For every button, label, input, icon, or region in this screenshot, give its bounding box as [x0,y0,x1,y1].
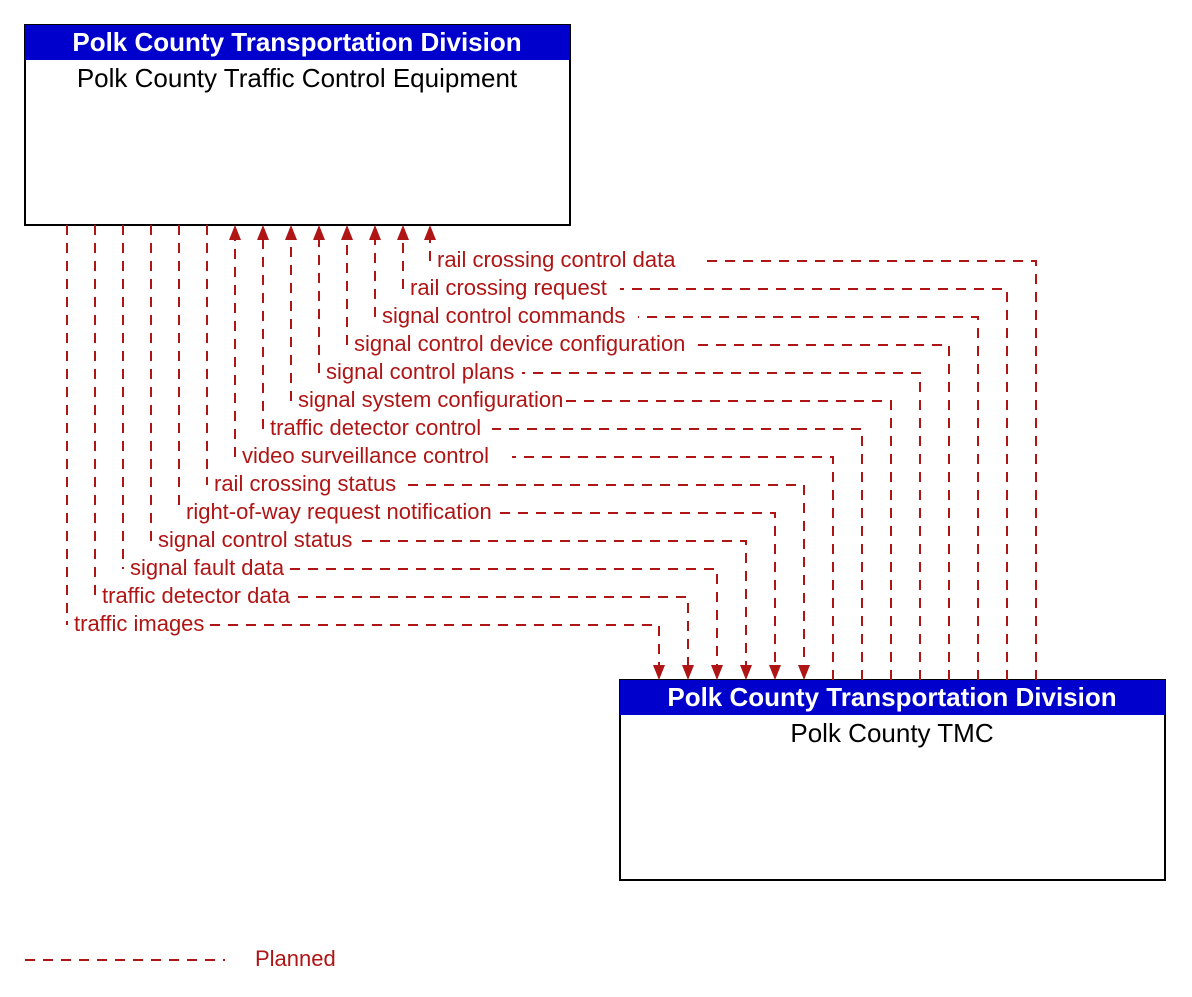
arrowhead-icon [397,225,409,240]
top-entity-box: Polk County Transportation Division Polk… [25,25,570,225]
arrowhead-icon [653,665,665,680]
flow-label-to-bottom-3: signal fault data [130,555,285,580]
legend: Planned [25,946,336,971]
arrowhead-icon [798,665,810,680]
flow-label-to-bottom-4: traffic detector data [102,583,291,608]
flow-label-to-top-6: traffic detector control [270,415,481,440]
bottom-box-header-text: Polk County Transportation Division [667,682,1116,712]
flow-label-to-top-7: video surveillance control [242,443,489,468]
flow-label-to-bottom-0: rail crossing status [214,471,396,496]
flow-label-to-top-3: signal control device configuration [354,331,685,356]
arrowhead-icon [341,225,353,240]
arrowhead-icon [711,665,723,680]
flow-label-to-bottom-5: traffic images [74,611,204,636]
flow-label-to-top-5: signal system configuration [298,387,563,412]
arrowhead-icon [257,225,269,240]
bottom-box-title-text: Polk County TMC [790,718,993,748]
arrowhead-icon [369,225,381,240]
bottom-entity-box: Polk County Transportation Division Polk… [620,680,1165,880]
arrowhead-icon [769,665,781,680]
flow-label-to-top-2: signal control commands [382,303,625,328]
top-box-title-text: Polk County Traffic Control Equipment [77,63,518,93]
arrowhead-icon [740,665,752,680]
flow-label-to-bottom-1: right-of-way request notification [186,499,492,524]
flow-label-to-bottom-2: signal control status [158,527,352,552]
arrowhead-icon [424,225,436,240]
top-box-header-text: Polk County Transportation Division [72,27,521,57]
flow-label-to-top-1: rail crossing request [410,275,607,300]
architecture-diagram: Polk County Transportation Division Polk… [0,0,1192,997]
arrowhead-icon [313,225,325,240]
arrowhead-icon [229,225,241,240]
arrowhead-icon [285,225,297,240]
flow-label-to-top-0: rail crossing control data [437,247,676,272]
legend-label: Planned [255,946,336,971]
arrowhead-icon [682,665,694,680]
flow-label-to-top-4: signal control plans [326,359,514,384]
